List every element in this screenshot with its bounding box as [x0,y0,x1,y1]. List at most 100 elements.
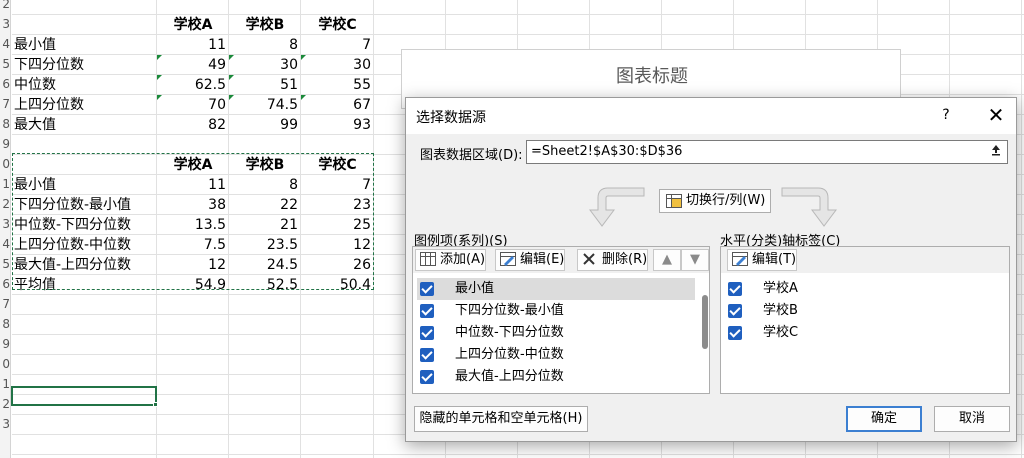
table1-header-cell[interactable]: 学校B [229,15,301,35]
edit-axis-labels-label: 编辑(T) [752,252,797,267]
series-item[interactable]: 最小值 [417,278,695,300]
collapse-dialog-icon[interactable] [987,143,1005,161]
error-indicator-icon [157,95,162,100]
series-checkbox[interactable] [420,370,434,384]
category-checkbox[interactable] [728,304,742,318]
category-item[interactable]: 学校B [725,300,798,322]
edit-axis-labels-button[interactable]: 编辑(T) [727,249,798,273]
table1-cell[interactable]: 11 [157,35,229,55]
table1-row-label[interactable]: 上四分位数 [14,95,154,115]
swap-left-arrow-icon [589,187,645,227]
table1-row-label[interactable]: 下四分位数 [14,55,154,75]
table1-cell[interactable]: 51 [229,75,301,95]
category-label: 学校B [763,303,798,318]
row-number[interactable]: 3 [0,414,11,434]
table1-header-cell[interactable]: 学校A [157,15,229,35]
row-number[interactable]: 9 [0,334,11,354]
category-item[interactable]: 学校A [725,278,798,300]
row-number[interactable]: 7 [0,294,11,314]
select-data-source-dialog: 选择数据源 ? ✕ 图表数据区域(D): =Sheet2!$A$30:$D$36… [405,97,1017,442]
add-series-button[interactable]: 添加(A) [415,249,487,273]
series-checkbox[interactable] [420,348,434,362]
table1-row-label[interactable]: 最大值 [14,115,154,135]
row-number[interactable]: 0 [0,154,11,174]
cancel-button[interactable]: 取消 [934,406,1010,432]
help-button[interactable]: ? [936,105,956,125]
hidden-empty-cells-button[interactable]: 隐藏的单元格和空单元格(H) [414,406,588,432]
series-checkbox[interactable] [420,282,434,296]
switch-row-column-button[interactable]: 切换行/列(W) [659,189,771,213]
table1-cell[interactable]: 7 [301,35,374,55]
series-checkbox[interactable] [420,326,434,340]
delete-series-label: 删除(R) [602,252,648,267]
row-number[interactable]: 3 [0,214,11,234]
row-number[interactable]: 6 [0,74,11,94]
table1-cell[interactable]: 70 [157,95,229,115]
dialog-titlebar[interactable]: 选择数据源 ? ✕ [406,98,1016,134]
table1-cell[interactable]: 62.5 [157,75,229,95]
delete-series-button[interactable]: 删除(R) [577,249,649,271]
close-button[interactable]: ✕ [984,104,1008,126]
category-item[interactable]: 学校C [725,322,798,344]
category-checkbox[interactable] [728,282,742,296]
row-number[interactable]: 1 [0,374,11,394]
series-scrollbar[interactable] [702,295,708,349]
row-number[interactable]: 7 [0,94,11,114]
edit-table-icon [732,252,748,273]
row-number[interactable]: 1 [0,174,11,194]
table1-row-label[interactable]: 最小值 [14,35,154,55]
series-item[interactable]: 最大值-上四分位数 [417,366,564,388]
table1-cell[interactable]: 93 [301,115,374,135]
table1-cell[interactable]: 74.5 [229,95,301,115]
table1-cell[interactable]: 99 [229,115,301,135]
error-indicator-icon [157,55,162,60]
row-number[interactable]: 2 [0,0,11,14]
row-number[interactable]: 2 [0,194,11,214]
series-item[interactable]: 上四分位数-中位数 [417,344,564,366]
series-label: 中位数-下四分位数 [455,325,564,340]
row-number[interactable]: 4 [0,234,11,254]
table1-cell[interactable]: 30 [229,55,301,75]
error-indicator-icon [301,95,306,100]
row-number[interactable]: 9 [0,134,11,154]
row-number[interactable]: 8 [0,314,11,334]
grid-line [1021,0,1022,458]
row-number[interactable]: 3 [0,14,11,34]
edit-series-button[interactable]: 编辑(E) [495,249,566,271]
fill-handle[interactable] [153,402,158,407]
row-number[interactable]: 6 [0,274,11,294]
chart-title[interactable]: 图表标题 [402,62,902,88]
table1-cell[interactable]: 55 [301,75,374,95]
add-table-icon [420,252,436,273]
table1-row-label[interactable]: 中位数 [14,75,154,95]
dialog-title: 选择数据源 [416,110,486,126]
add-series-label: 添加(A) [440,252,486,267]
ok-button[interactable]: 确定 [846,406,922,432]
move-down-button[interactable]: ▼ [681,249,709,271]
table1-cell[interactable]: 82 [157,115,229,135]
row-number[interactable]: 5 [0,54,11,74]
table1-cell[interactable]: 49 [157,55,229,75]
switch-row-column-label: 切换行/列(W) [686,193,766,208]
row-number[interactable]: 5 [0,254,11,274]
series-label: 下四分位数-最小值 [455,303,564,318]
copy-marquee [12,153,374,290]
series-item[interactable]: 中位数-下四分位数 [417,322,564,344]
series-item[interactable]: 下四分位数-最小值 [417,300,564,322]
error-indicator-icon [229,95,234,100]
series-checkbox[interactable] [420,304,434,318]
active-cell[interactable] [11,386,157,406]
row-number[interactable]: 8 [0,114,11,134]
table1-header-cell[interactable]: 学校C [301,15,374,35]
series-label: 最小值 [455,281,495,296]
table1-cell[interactable]: 30 [301,55,374,75]
row-number[interactable]: 2 [0,394,11,414]
category-checkbox[interactable] [728,326,742,340]
chart-data-range-input[interactable]: =Sheet2!$A$30:$D$36 [526,140,1008,164]
table1-cell[interactable]: 67 [301,95,374,115]
row-number[interactable]: 4 [0,34,11,54]
table1-cell[interactable]: 8 [229,35,301,55]
swap-right-arrow-icon [781,187,837,227]
move-up-button[interactable]: ▲ [653,249,681,271]
row-number[interactable]: 0 [0,354,11,374]
